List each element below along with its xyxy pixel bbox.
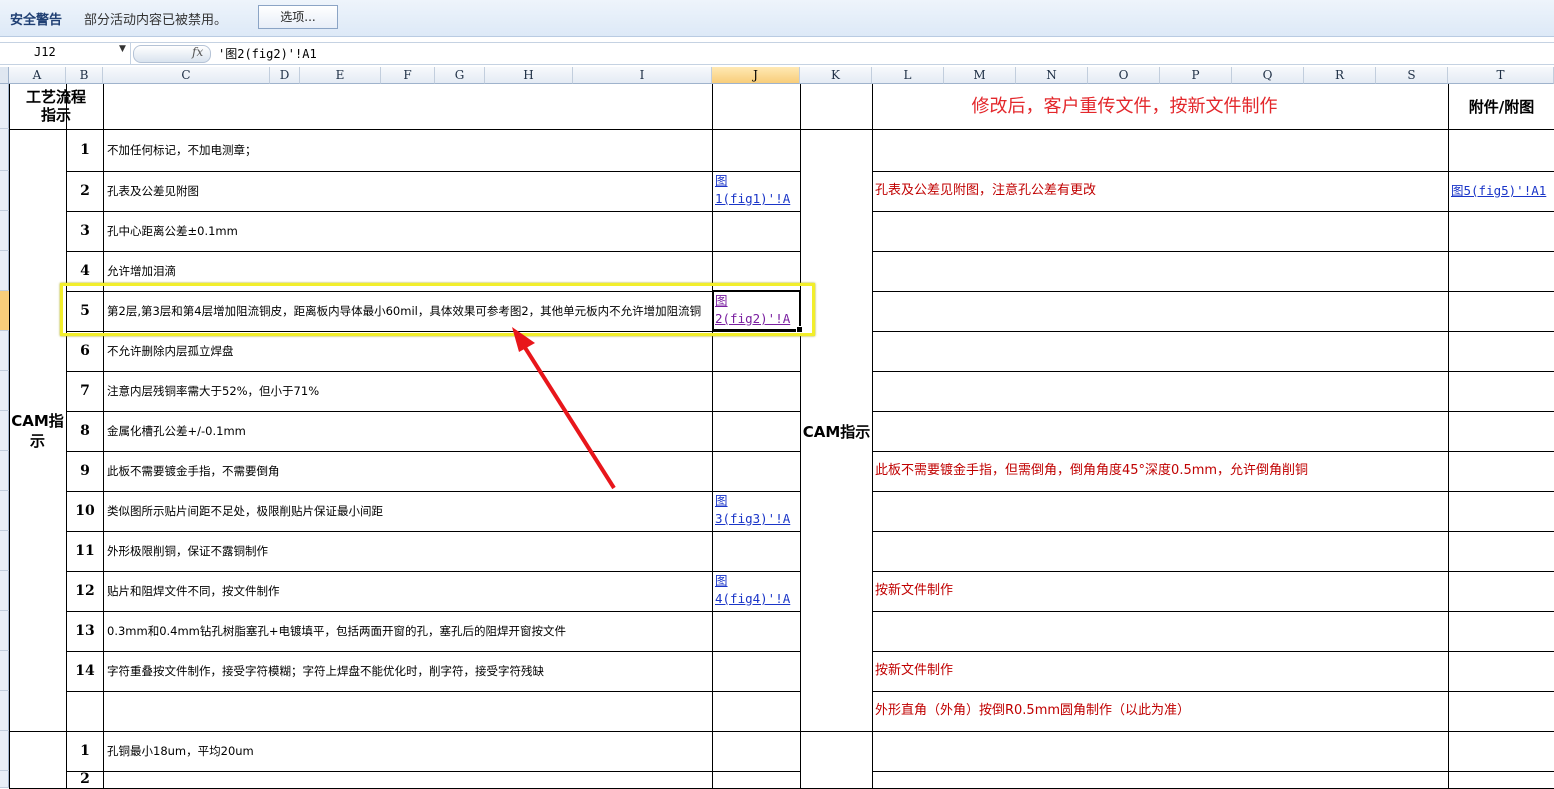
row-number: 13: [75, 623, 95, 639]
modified-text[interactable]: 按新文件制作: [875, 651, 1447, 691]
modified-text[interactable]: 孔表及公差见附图，注意孔公差有更改: [875, 171, 1447, 211]
row-number: 9: [80, 463, 90, 479]
figure-link[interactable]: 图 3(fig3)'!A: [715, 491, 800, 531]
figure-link[interactable]: 图 4(fig4)'!A: [715, 571, 800, 611]
modified-text[interactable]: 外形直角（外角）按倒R0.5mm圆角制作（以此为准）: [875, 691, 1447, 731]
instruction-text[interactable]: 贴片和阻焊文件不同，按文件制作: [107, 571, 710, 611]
row-number: 11: [75, 543, 95, 559]
row-number: 5: [80, 303, 90, 319]
instruction-text[interactable]: 金属化槽孔公差+/-0.1mm: [107, 411, 710, 451]
row-number: 2: [80, 771, 90, 787]
instruction-text[interactable]: 不加任何标记，不加电测章；: [107, 129, 710, 171]
row-number: 3: [80, 223, 90, 239]
instruction-text[interactable]: 孔表及公差见附图: [107, 171, 710, 211]
row-number: 1: [80, 743, 90, 759]
row-number: 14: [75, 663, 95, 679]
row-number: 6: [80, 343, 90, 359]
instruction-text[interactable]: 外形极限削铜，保证不露铜制作: [107, 531, 710, 571]
attachment-link[interactable]: 图5(fig5)'!A1: [1451, 171, 1554, 211]
row-number: 7: [80, 383, 90, 399]
instruction-text[interactable]: 类似图所示贴片间距不足处，极限削贴片保证最小间距: [107, 491, 710, 531]
instruction-text[interactable]: 孔铜最小18um，平均20um: [107, 731, 710, 771]
instruction-text[interactable]: 孔中心距离公差±0.1mm: [107, 211, 710, 251]
instruction-text[interactable]: 不允许删除内层孤立焊盘: [107, 331, 710, 371]
instruction-text[interactable]: [107, 771, 710, 788]
row-number: 2: [80, 183, 90, 199]
modified-text[interactable]: 此板不需要镀金手指，但需倒角，倒角角度45°深度0.5mm，允许倒角削铜: [875, 451, 1447, 491]
figure-link[interactable]: 图 2(fig2)'!A: [715, 291, 800, 331]
row-number: [67, 691, 103, 731]
row-number: 4: [80, 263, 90, 279]
figure-link[interactable]: 图 1(fig1)'!A: [715, 171, 800, 211]
instruction-text[interactable]: 允许增加泪滴: [107, 251, 710, 291]
row-number: 10: [75, 503, 95, 519]
modified-text[interactable]: 按新文件制作: [875, 571, 1447, 611]
instruction-text[interactable]: 注意内层残铜率需大于52%，但小于71%: [107, 371, 710, 411]
instruction-text[interactable]: 0.3mm和0.4mm钻孔树脂塞孔+电镀填平，包括两面开窗的孔，塞孔后的阻焊开窗…: [107, 611, 710, 651]
row-number: 12: [75, 583, 95, 599]
instruction-text[interactable]: 字符重叠按文件制作，接受字符模糊；字符上焊盘不能优化时，削字符，接受字符残缺: [107, 651, 710, 691]
instruction-text[interactable]: 此板不需要镀金手指，不需要倒角: [107, 451, 710, 491]
row-number: 1: [80, 142, 90, 158]
instruction-text[interactable]: [107, 691, 710, 731]
row-number: 8: [80, 423, 90, 439]
instruction-text[interactable]: 第2层,第3层和第4层增加阻流铜皮，距离板内导体最小60mil，具体效果可参考图…: [107, 291, 710, 331]
